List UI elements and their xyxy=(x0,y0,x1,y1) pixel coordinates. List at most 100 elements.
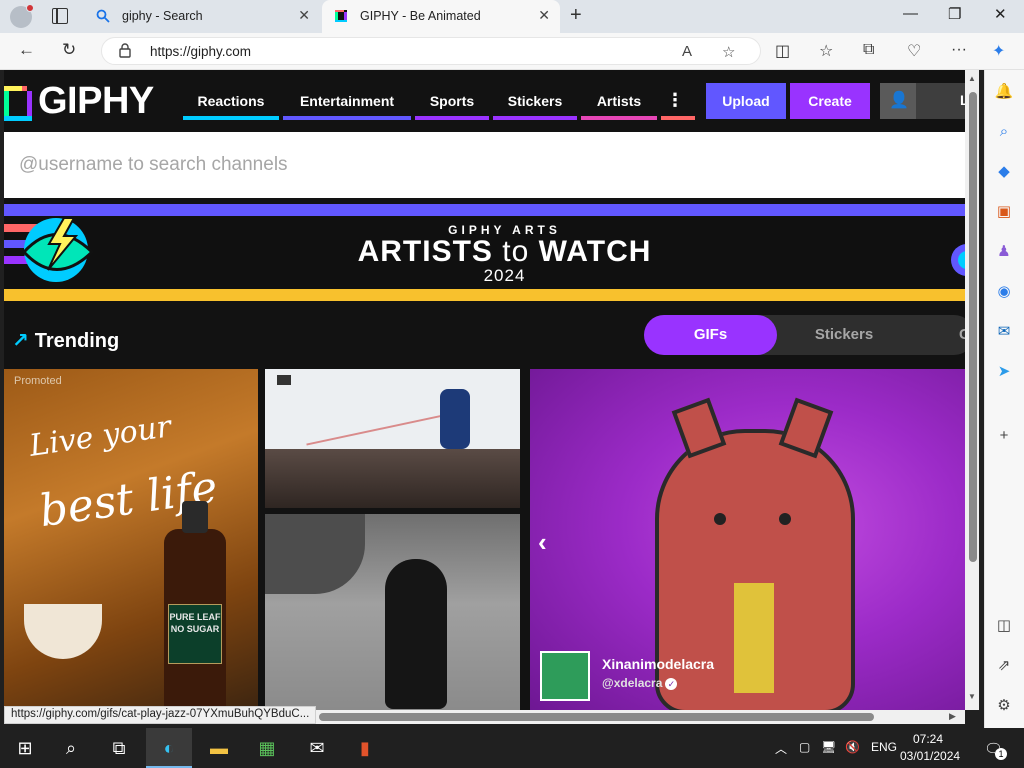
media-type-toggle: GIFs Stickers C xyxy=(644,315,965,355)
notification-count: 1 xyxy=(995,748,1007,760)
user-icon xyxy=(880,83,916,119)
nav-entertainment[interactable]: Entertainment xyxy=(283,70,411,120)
artists-to-watch-banner[interactable]: GIPHY ARTS ARTISTS to WATCH 2024 xyxy=(4,204,965,301)
carousel-prev-icon[interactable]: ‹ xyxy=(538,527,547,558)
banner-headline-word: ARTISTS xyxy=(357,235,493,268)
search-icon[interactable]: ⌕ xyxy=(48,728,94,768)
upload-button[interactable]: Upload xyxy=(706,83,786,119)
close-tab-icon[interactable]: ✕ xyxy=(298,7,310,24)
tab-title: giphy - Search xyxy=(122,9,203,23)
scroll-thumb[interactable] xyxy=(319,713,874,721)
tools-icon[interactable]: ▣ xyxy=(994,202,1014,222)
creator-handle[interactable]: @xdelacra ✓ xyxy=(602,676,678,690)
vertical-scrollbar[interactable]: ▲ ▼ xyxy=(965,70,979,710)
promoted-gif[interactable]: Promoted Live your best life PURE LEAF N… xyxy=(4,369,258,710)
scroll-right-icon[interactable]: ▶ xyxy=(949,711,956,722)
wednesday-gif[interactable] xyxy=(265,514,520,710)
split-screen-icon[interactable]: ◫ xyxy=(775,41,790,61)
scroll-thumb[interactable] xyxy=(969,92,977,562)
tray-chevron-icon[interactable]: ︿ xyxy=(775,740,787,757)
clock-date: 03/01/2024 xyxy=(900,749,961,763)
close-tab-icon[interactable]: ✕ xyxy=(538,7,550,24)
restore-icon[interactable]: ❐ xyxy=(948,5,961,23)
bell-icon[interactable]: 🔔 xyxy=(994,82,1014,102)
toggle-stickers[interactable]: Stickers xyxy=(779,315,909,355)
minimize-icon[interactable]: — xyxy=(903,5,918,22)
favorites-icon[interactable]: ☆ xyxy=(819,41,833,61)
creator-name[interactable]: Xinanimodelacra xyxy=(602,656,714,672)
mail-icon[interactable]: ✉ xyxy=(294,728,340,768)
taskbar-clock[interactable]: 07:24 03/01/2024 xyxy=(900,731,961,765)
banner-headline-word: WATCH xyxy=(538,235,652,268)
nav-underline xyxy=(415,116,489,120)
language-indicator[interactable]: ENG xyxy=(871,740,897,754)
background-tree xyxy=(265,514,365,594)
new-tab-icon[interactable]: + xyxy=(570,4,582,27)
hockey-gif[interactable] xyxy=(265,369,520,508)
giphy-header: GIPHY Reactions Entertainment Sports Sti… xyxy=(4,70,965,132)
games-icon[interactable]: ♟ xyxy=(994,242,1014,262)
tea-bottle: PURE LEAF NO SUGAR xyxy=(164,501,226,710)
cat-eye xyxy=(714,513,726,525)
giphy-logo-text[interactable]: GIPHY xyxy=(38,80,154,123)
link-status-bar: https://giphy.com/gifs/cat-play-jazz-07Y… xyxy=(4,706,317,724)
office-icon[interactable]: ▮ xyxy=(342,728,388,768)
channel-search-input[interactable]: @username to search channels xyxy=(4,132,965,198)
url-text[interactable]: https://giphy.com xyxy=(150,44,251,59)
scroll-down-icon[interactable]: ▼ xyxy=(968,692,976,701)
copilot-icon[interactable]: ✦ xyxy=(992,41,1005,61)
login-button[interactable]: L xyxy=(880,83,965,119)
banner-year: 2024 xyxy=(483,266,526,285)
hockey-player xyxy=(440,389,470,449)
add-icon[interactable]: + xyxy=(994,426,1014,446)
nav-reactions[interactable]: Reactions xyxy=(183,70,279,120)
channel-badge-icon xyxy=(277,375,291,385)
favorite-star-icon[interactable]: ☆ xyxy=(722,43,735,61)
creator-avatar[interactable] xyxy=(540,651,590,701)
settings-gear-icon[interactable]: ⚙ xyxy=(994,696,1014,716)
nav-sports[interactable]: Sports xyxy=(415,70,489,120)
refresh-icon[interactable]: ↻ xyxy=(62,40,76,60)
toggle-gifs[interactable]: GIFs xyxy=(644,315,777,355)
giphy-logo-icon[interactable] xyxy=(4,86,32,121)
more-options-icon[interactable]: ⋮ xyxy=(666,90,684,111)
gif-text: Live your xyxy=(27,409,174,464)
trending-arrow-icon: ↗ xyxy=(12,330,29,352)
collections-icon[interactable]: ⧉ xyxy=(863,41,874,59)
sidebar-panel-icon[interactable]: ◫ xyxy=(994,616,1014,636)
volume-muted-icon[interactable]: 🔇 xyxy=(845,740,860,754)
meet-now-icon[interactable]: ▢ xyxy=(799,740,810,754)
address-bar[interactable]: https://giphy.com A ☆ xyxy=(101,37,761,65)
edge-taskbar-icon[interactable]: ◐ xyxy=(146,728,192,768)
microsoft365-icon[interactable]: ◉ xyxy=(994,282,1014,302)
search-icon[interactable]: ⌕ xyxy=(994,122,1014,142)
network-icon[interactable]: 🖥 xyxy=(821,740,836,754)
window-close-icon[interactable]: ✕ xyxy=(994,5,1007,23)
notification-dot xyxy=(26,4,34,12)
store-icon[interactable]: ▦ xyxy=(244,728,290,768)
lock-icon[interactable] xyxy=(119,43,131,58)
file-explorer-icon[interactable]: ▬ xyxy=(196,728,242,768)
settings-more-icon[interactable]: ··· xyxy=(951,41,967,59)
back-icon[interactable]: ← xyxy=(18,40,35,60)
profile-avatar[interactable] xyxy=(10,4,34,28)
tab-actions-icon[interactable] xyxy=(52,8,68,24)
browser-essentials-icon[interactable]: ♡ xyxy=(907,41,921,61)
windows-start-icon[interactable]: ⊞ xyxy=(2,728,48,768)
open-external-icon[interactable]: ⇗ xyxy=(994,656,1014,676)
create-button[interactable]: Create xyxy=(790,83,870,119)
cat-jazz-gif[interactable]: ‹ Xinanimodelacra @xdelacra ✓ xyxy=(530,369,965,710)
banner-right-art-icon xyxy=(951,244,965,276)
nav-artists[interactable]: Artists xyxy=(581,70,657,120)
nav-label: Artists xyxy=(596,93,642,109)
shopping-tag-icon[interactable]: ◆ xyxy=(994,162,1014,182)
scroll-up-icon[interactable]: ▲ xyxy=(968,74,976,83)
tab-giphy-home[interactable]: GIPHY - Be Animated ✕ xyxy=(322,0,560,33)
read-aloud-icon[interactable]: A xyxy=(682,43,692,60)
outlook-icon[interactable]: ✉ xyxy=(994,322,1014,342)
send-icon[interactable]: ➤ xyxy=(994,362,1014,382)
tab-giphy-search[interactable]: giphy - Search ✕ xyxy=(84,0,320,33)
nav-label: Entertainment xyxy=(299,93,395,109)
nav-stickers[interactable]: Stickers xyxy=(493,70,577,120)
task-view-icon[interactable]: ⧉ xyxy=(96,728,142,768)
